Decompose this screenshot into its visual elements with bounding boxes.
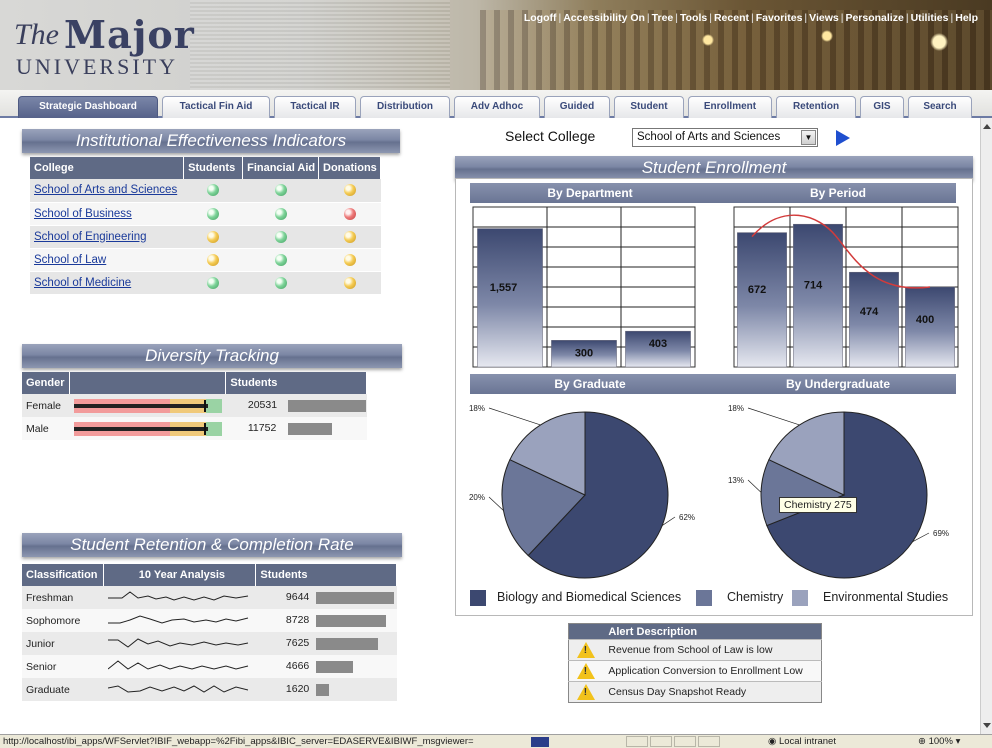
undergraduate-pie-slice-label: 18%: [728, 404, 744, 413]
vertical-scrollbar[interactable]: [980, 118, 992, 734]
alert-description: Census Day Snapshot Ready: [602, 681, 822, 703]
legend-label-biology: Biology and Biomedical Sciences: [497, 590, 682, 604]
period-chart-bar: [793, 223, 843, 368]
department-chart-value-label: 1,557: [490, 282, 518, 294]
status-zone: ◉ Local intranet: [768, 736, 836, 747]
status-cell: [698, 736, 720, 747]
graduate-pie-slice-label: 18%: [469, 404, 485, 413]
status-url: http://localhost/ibi_apps/WFServlet?IBIF…: [3, 736, 474, 747]
period-chart-bar: [849, 271, 899, 368]
undergraduate-pie-leader: [747, 479, 762, 493]
period-chart-bar: [737, 232, 787, 368]
globe-icon: ◉: [768, 736, 777, 747]
alerts-col-description: Alert Description: [602, 623, 822, 640]
undergraduate-pie-slice-label: 69%: [933, 529, 949, 538]
alerts-table: Alert Description ! Revenue from School o…: [568, 623, 822, 703]
legend-swatch-biology: [470, 590, 486, 606]
scroll-down-icon[interactable]: [983, 723, 991, 728]
alerts-icon-col: [568, 623, 603, 640]
alert-description: Revenue from School of Law is low: [602, 639, 822, 661]
legend-swatch-chemistry: [696, 590, 712, 606]
period-chart-value-label: 714: [804, 279, 823, 291]
period-chart-bar: [905, 286, 955, 368]
undergraduate-pie-leader: [747, 407, 800, 426]
alert-icon-cell: !: [568, 681, 603, 703]
alert-row[interactable]: ! Census Day Snapshot Ready: [568, 681, 822, 703]
status-cell: [626, 736, 648, 747]
graduate-pie-leader: [488, 496, 504, 511]
period-chart-value-label: 672: [748, 284, 766, 296]
warning-icon: !: [576, 684, 595, 700]
undergraduate-pie-slice-label: 13%: [728, 476, 744, 485]
graduate-pie-slice-label: 62%: [679, 513, 695, 522]
department-chart-bar: [477, 228, 543, 368]
alert-row[interactable]: ! Application Conversion to Enrollment Lo…: [568, 660, 822, 682]
status-zone-label: Local intranet: [778, 736, 836, 747]
status-progress: [531, 737, 549, 747]
status-zoom-label: 100%: [928, 736, 953, 747]
alert-description: Application Conversion to Enrollment Low: [602, 660, 822, 682]
period-chart-value-label: 400: [916, 314, 934, 326]
legend-label-environmental: Environmental Studies: [823, 590, 949, 604]
enrollment-charts: 1,557 300 403 672 714 474 400 62% 20% 18% 69% 13% 18…: [469, 206, 959, 579]
legend-swatch-environmental: [792, 590, 808, 606]
graduate-pie-leader: [488, 407, 541, 426]
legend-label-chemistry: Chemistry: [727, 590, 784, 604]
alert-icon-cell: !: [568, 639, 603, 661]
status-zoom[interactable]: ⊕ 100% ▾: [918, 736, 960, 747]
graduate-pie-slice-label: 20%: [469, 493, 485, 502]
status-cell: [674, 736, 696, 747]
status-cell: [650, 736, 672, 747]
alerts-header-row: Alert Description: [568, 623, 822, 640]
department-chart-value-label: 300: [575, 347, 593, 359]
alerts-body: ! Revenue from School of Law is low! Appli…: [568, 639, 822, 703]
department-chart-value-label: 403: [649, 338, 667, 350]
period-chart-value-label: 474: [860, 306, 879, 318]
status-bar: http://localhost/ibi_apps/WFServlet?IBIF…: [0, 734, 992, 748]
chevron-down-icon[interactable]: ▾: [956, 736, 961, 747]
chart-legend: Biology and Biomedical Sciences Chemistr…: [470, 588, 970, 608]
alert-row[interactable]: ! Revenue from School of Law is low: [568, 639, 822, 661]
warning-icon: !: [576, 642, 595, 658]
alert-icon-cell: !: [568, 660, 603, 682]
scroll-up-icon[interactable]: [983, 124, 991, 129]
chart-tooltip: Chemistry 275: [779, 497, 857, 513]
page: The Major UNIVERSITY Logoff | Accessibilit…: [0, 0, 992, 748]
zoom-icon: ⊕: [918, 736, 926, 747]
warning-icon: !: [576, 663, 595, 679]
